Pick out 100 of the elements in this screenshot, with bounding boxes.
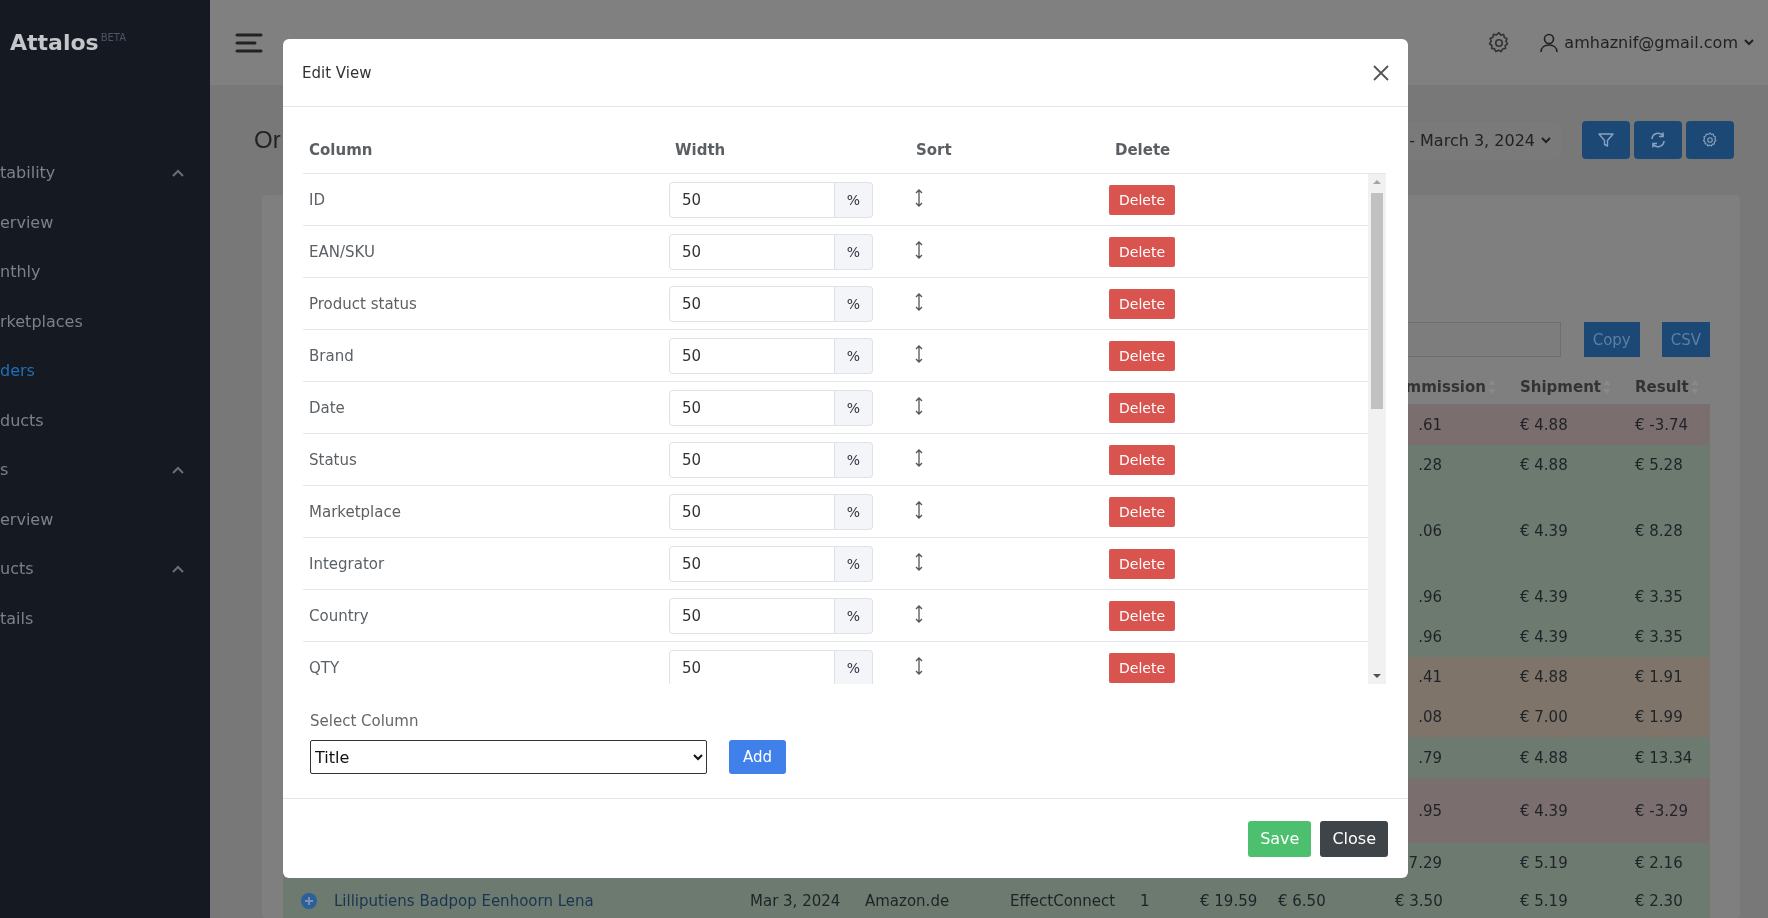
sort-handle-icon[interactable]: [914, 655, 924, 676]
user-icon[interactable]: [1540, 32, 1559, 53]
delete-button[interactable]: Delete: [1109, 496, 1175, 527]
table-cell-text: € 4.39: [1519, 522, 1569, 540]
sidebar-item[interactable]: ducts: [0, 410, 44, 430]
width-input[interactable]: 50: [669, 649, 835, 684]
sidebar-item[interactable]: tails: [0, 608, 34, 628]
user-email[interactable]: amhaznif@gmail.com: [1564, 33, 1738, 52]
sidebar-item[interactable]: ders: [0, 361, 35, 381]
menu-icon[interactable]: [235, 31, 263, 54]
close-icon[interactable]: [1372, 63, 1390, 82]
refresh-icon: [1649, 131, 1667, 149]
percent-addon: %: [835, 649, 873, 684]
add-button[interactable]: Add: [729, 740, 787, 774]
column-header[interactable]: mmission: [1405, 378, 1486, 396]
table-cell-text: .61: [1417, 416, 1443, 434]
table-cell-text: € 4.39: [1519, 801, 1569, 820]
settings-button[interactable]: [1686, 121, 1734, 159]
chevron-icon[interactable]: [172, 465, 184, 474]
table-cell-text: € 5.19: [1519, 892, 1569, 910]
percent-addon: %: [835, 389, 873, 426]
caret-icon[interactable]: [1744, 39, 1754, 46]
width-input[interactable]: 50: [669, 233, 835, 270]
sort-handle-icon[interactable]: [914, 343, 924, 364]
table-cell-text: .79: [1417, 748, 1443, 767]
delete-button[interactable]: Delete: [1109, 652, 1175, 683]
delete-button[interactable]: Delete: [1109, 600, 1175, 631]
table-cell-text: EffectConnect: [1009, 892, 1117, 910]
chevron-icon[interactable]: [172, 168, 184, 177]
width-input[interactable]: 50: [669, 181, 835, 218]
table-cell-text: € 19.59: [1199, 892, 1259, 910]
sort-handle-icon[interactable]: [914, 239, 924, 260]
sidebar-item[interactable]: rketplaces: [0, 311, 83, 331]
table-cell-text: € 4.88: [1519, 456, 1569, 474]
sort-handle-icon[interactable]: [914, 447, 924, 468]
column-select[interactable]: Title: [310, 740, 707, 774]
delete-button[interactable]: Delete: [1109, 288, 1175, 319]
sort-handle-icon[interactable]: [914, 603, 924, 624]
table-cell-text: .95: [1417, 801, 1443, 820]
chevron-icon[interactable]: [172, 564, 184, 573]
delete-button[interactable]: Delete: [1109, 184, 1175, 215]
settings-icon: [1701, 131, 1719, 149]
sidebar-item[interactable]: erview: [0, 509, 54, 529]
table-cell-text: € 5.19: [1519, 854, 1569, 872]
column-header: Column: [308, 140, 374, 159]
product-link[interactable]: Lilliputiens Badpop Eenhoorn Lena: [324, 892, 594, 910]
sidebar-group[interactable]: ucts: [0, 559, 34, 579]
table-cell-text: 1: [1139, 892, 1151, 910]
table-cell-text: € 7.00: [1519, 708, 1569, 726]
width-input[interactable]: 50: [669, 337, 835, 374]
sidebar-item[interactable]: erview: [0, 212, 54, 232]
sort-handle-icon[interactable]: [914, 551, 924, 572]
table-cell-text: 7.29: [1407, 854, 1443, 872]
table-cell-text: .96: [1417, 588, 1443, 606]
delete-button[interactable]: Delete: [1109, 392, 1175, 423]
sidebar-item[interactable]: nthly: [0, 262, 41, 282]
refresh-button[interactable]: [1634, 121, 1682, 159]
sort-handle-icon[interactable]: [914, 395, 924, 416]
percent-addon: %: [835, 597, 873, 634]
width-input[interactable]: 50: [669, 597, 835, 634]
width-input[interactable]: 50: [669, 493, 835, 530]
export-button[interactable]: CSV: [1661, 322, 1710, 357]
column-header: Width: [674, 140, 727, 159]
date-range-text: - March 3, 2024: [1409, 130, 1535, 150]
percent-addon: %: [835, 181, 873, 218]
column-header[interactable]: Shipment: [1520, 378, 1601, 396]
sidebar-group[interactable]: s: [0, 460, 9, 480]
delete-button[interactable]: Delete: [1109, 548, 1175, 579]
column-header[interactable]: Result: [1635, 378, 1689, 396]
sort-handle-icon[interactable]: [914, 499, 924, 520]
column-header: Sort: [915, 140, 953, 159]
width-input[interactable]: 50: [669, 285, 835, 322]
sort-handle-icon[interactable]: [914, 187, 924, 208]
width-input[interactable]: 50: [669, 441, 835, 478]
column-name: Status: [308, 450, 358, 469]
export-button[interactable]: Copy: [1583, 322, 1640, 357]
width-input[interactable]: 50: [669, 389, 835, 426]
scrollbar-thumb[interactable]: [1371, 193, 1383, 409]
delete-button[interactable]: Delete: [1109, 340, 1175, 371]
percent-addon: %: [835, 493, 873, 530]
save-button[interactable]: Save: [1248, 820, 1312, 857]
column-name: Marketplace: [308, 502, 402, 521]
sidebar-group[interactable]: tability: [0, 163, 56, 183]
table-cell-text: .06: [1417, 522, 1443, 540]
page-title: Or: [254, 126, 281, 154]
table-cell-text: € 4.39: [1519, 628, 1569, 646]
filter-button[interactable]: [1582, 121, 1630, 159]
table-cell-text: Amazon.de: [864, 892, 951, 910]
beta-label: BETA: [100, 32, 126, 43]
app-logo: Attalos: [10, 30, 99, 55]
column-name: QTY: [308, 658, 341, 677]
field-label: Select Column: [310, 712, 419, 730]
table-cell-text: .96: [1417, 628, 1443, 646]
table-cell-text: € 4.88: [1519, 748, 1569, 767]
close-button[interactable]: Close: [1320, 820, 1388, 857]
scrollbar[interactable]: [1368, 174, 1386, 684]
sort-handle-icon[interactable]: [914, 291, 924, 312]
width-input[interactable]: 50: [669, 545, 835, 582]
delete-button[interactable]: Delete: [1109, 444, 1175, 475]
delete-button[interactable]: Delete: [1109, 236, 1175, 267]
